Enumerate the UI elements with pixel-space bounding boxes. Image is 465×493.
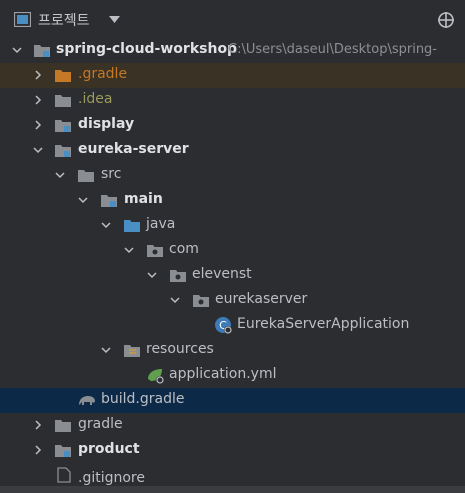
tree-item-elevenst[interactable]: elevenst	[0, 263, 465, 288]
project-panel-header: 프로젝트	[0, 0, 465, 40]
excluded-folder-icon	[55, 70, 71, 82]
tree-item-build-gradle[interactable]: build.gradle	[0, 388, 465, 413]
package-icon	[193, 295, 209, 307]
chevron-down-icon[interactable]	[101, 220, 111, 230]
chevron-down-icon[interactable]	[124, 245, 134, 255]
module-folder-icon	[55, 445, 71, 457]
chevron-right-icon[interactable]	[33, 95, 43, 105]
tree-item-resources[interactable]: resources	[0, 338, 465, 363]
tree-item-application-yml[interactable]: application.yml	[0, 363, 465, 388]
chevron-down-icon[interactable]	[170, 295, 180, 305]
tree-item-label: gradle	[78, 416, 123, 432]
chevron-down-icon[interactable]	[55, 170, 65, 180]
chevron-down-icon[interactable]	[78, 195, 88, 205]
chevron-down-icon[interactable]	[33, 145, 43, 155]
tree-item-label: eurekaserver	[215, 291, 308, 307]
tree-item-label: .gitignore	[78, 470, 145, 486]
tree-item-gradle[interactable]: gradle	[0, 413, 465, 438]
tree-item-label: eureka-server	[78, 141, 189, 157]
tree-item-gitignore[interactable]: .gitignore	[0, 463, 465, 486]
chevron-down-icon[interactable]	[101, 345, 111, 355]
tree-item-label: display	[78, 116, 135, 132]
chevron-down-icon[interactable]	[12, 45, 22, 55]
project-panel-icon[interactable]	[14, 12, 31, 27]
tree-item-idea[interactable]: .idea	[0, 88, 465, 113]
folder-icon	[55, 95, 71, 107]
tree-item-label: main	[124, 191, 163, 207]
tree-item-product[interactable]: product	[0, 438, 465, 463]
tree-item-src[interactable]: src	[0, 163, 465, 188]
tree-item-label: resources	[146, 341, 214, 357]
module-folder-icon	[55, 145, 71, 157]
panel-title[interactable]: 프로젝트	[38, 10, 90, 30]
file-icon	[57, 467, 71, 483]
tree-item-label: .gradle	[78, 66, 128, 82]
tree-item-java[interactable]: java	[0, 213, 465, 238]
tree-item-label: spring-cloud-workshop	[56, 41, 238, 57]
tree-item-com[interactable]: com	[0, 238, 465, 263]
chevron-down-icon[interactable]	[147, 270, 157, 280]
tree-item-label: product	[78, 441, 140, 457]
tree-item-label: elevenst	[192, 266, 252, 282]
module-folder-icon	[101, 195, 117, 207]
chevron-right-icon[interactable]	[33, 70, 43, 80]
tree-item-eurekaserverapplication[interactable]: C EurekaServerApplication	[0, 313, 465, 338]
spring-config-icon	[148, 369, 164, 384]
gradle-elephant-icon	[79, 396, 95, 405]
module-folder-icon	[34, 45, 50, 57]
tree-item-label: application.yml	[169, 366, 277, 382]
tree-item-label: .idea	[78, 91, 113, 107]
resources-folder-icon	[124, 345, 140, 357]
locate-target-icon[interactable]	[437, 11, 455, 29]
tree-item-label: build.gradle	[101, 391, 185, 407]
source-root-folder-icon	[124, 220, 140, 232]
chevron-right-icon[interactable]	[33, 445, 43, 455]
tree-item-label: EurekaServerApplication	[237, 316, 410, 332]
package-icon	[147, 245, 163, 257]
tree-item-display[interactable]: display	[0, 113, 465, 138]
chevron-right-icon[interactable]	[33, 120, 43, 130]
tree-item-eureka-server[interactable]: eureka-server	[0, 138, 465, 163]
chevron-right-icon[interactable]	[33, 420, 43, 430]
tree-item-label: java	[146, 216, 176, 232]
module-folder-icon	[55, 120, 71, 132]
bottom-panel-edge	[0, 486, 465, 493]
project-path: C:\Users\daseul\Desktop\spring-	[228, 42, 437, 57]
tree-item-label: com	[169, 241, 199, 257]
folder-icon	[55, 420, 71, 432]
tree-item-spring-cloud-workshop[interactable]: spring-cloud-workshop C:\Users\daseul\De…	[0, 38, 465, 63]
tree-item-main[interactable]: main	[0, 188, 465, 213]
folder-icon	[78, 170, 94, 182]
package-icon	[170, 270, 186, 282]
chevron-down-icon[interactable]	[109, 16, 120, 24]
tree-item-label: src	[101, 166, 122, 182]
spring-boot-class-icon: C	[215, 317, 232, 334]
tree-item-eurekaserver[interactable]: eurekaserver	[0, 288, 465, 313]
tree-item-gradle-dir[interactable]: .gradle	[0, 63, 465, 88]
